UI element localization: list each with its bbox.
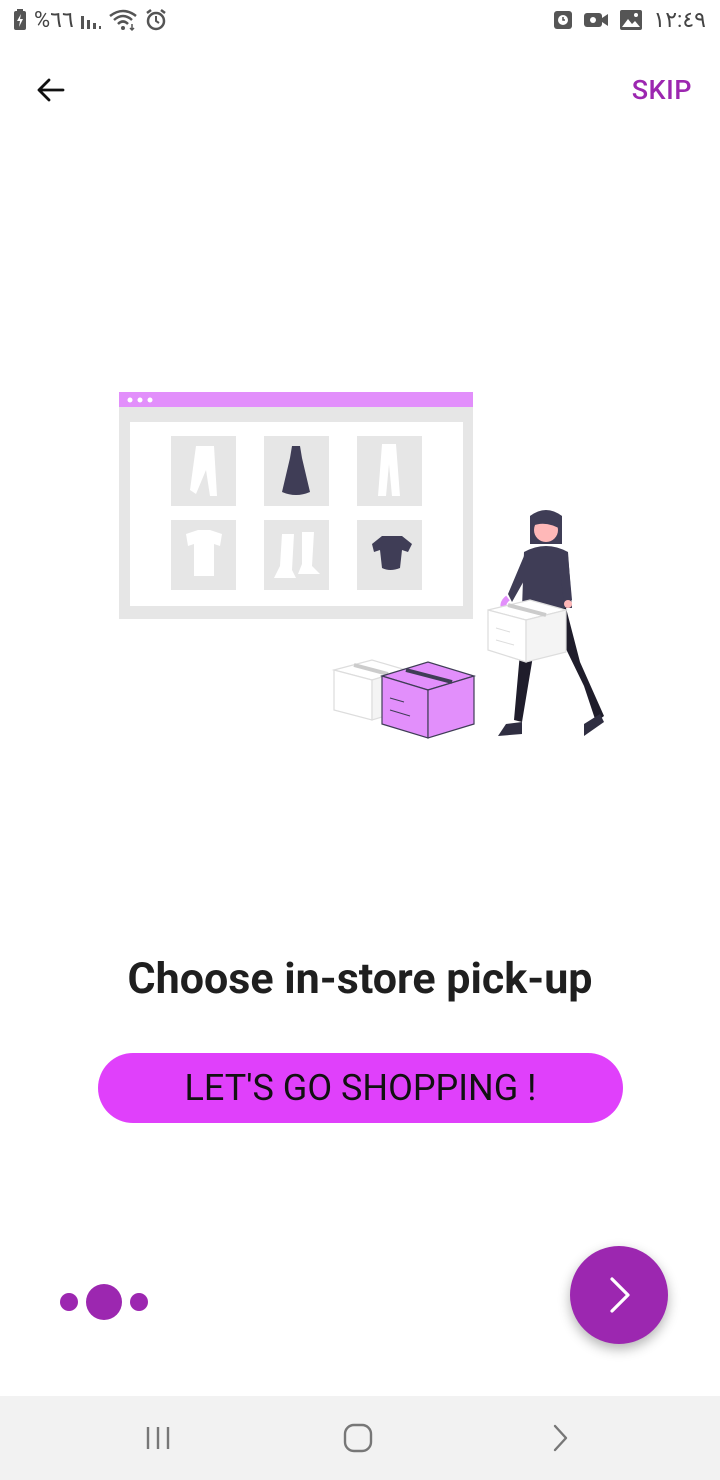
image-icon [619,9,643,31]
page-dot-2-active [86,1284,122,1320]
page-dot-3 [130,1293,148,1311]
recents-button[interactable] [128,1416,188,1460]
battery-percentage: %٦٦ [34,7,74,33]
home-button[interactable] [328,1416,388,1460]
page-indicator [60,1284,148,1320]
onboarding-title: Choose in-store pick-up [127,954,593,1004]
system-navigation-bar [0,1396,720,1480]
lets-go-shopping-button[interactable]: LET'S GO SHOPPING ! [98,1053,623,1123]
signal-icon [80,10,102,30]
onboarding-illustration [110,380,620,750]
wifi-icon [108,8,138,32]
next-button[interactable] [570,1246,668,1344]
recents-icon [146,1427,170,1449]
back-button[interactable] [30,70,70,110]
home-icon [343,1423,373,1453]
skip-button[interactable]: SKIP [632,74,692,106]
status-left: %٦٦ [12,6,168,34]
clock-time: ١٢:٤٩ [653,7,706,33]
arrow-left-icon [37,78,65,102]
status-right: ١٢:٤٩ [553,6,706,34]
system-back-button[interactable] [530,1416,590,1460]
alarm-icon [144,8,168,32]
battery-charging-icon [12,8,28,32]
page-dot-1 [60,1293,78,1311]
chevron-right-icon [610,1277,630,1313]
video-camera-icon [583,10,609,30]
status-bar: %٦٦ ١٢:٤٩ [0,0,720,40]
clock-notification-icon [553,9,573,31]
chevron-right-icon [553,1424,568,1452]
